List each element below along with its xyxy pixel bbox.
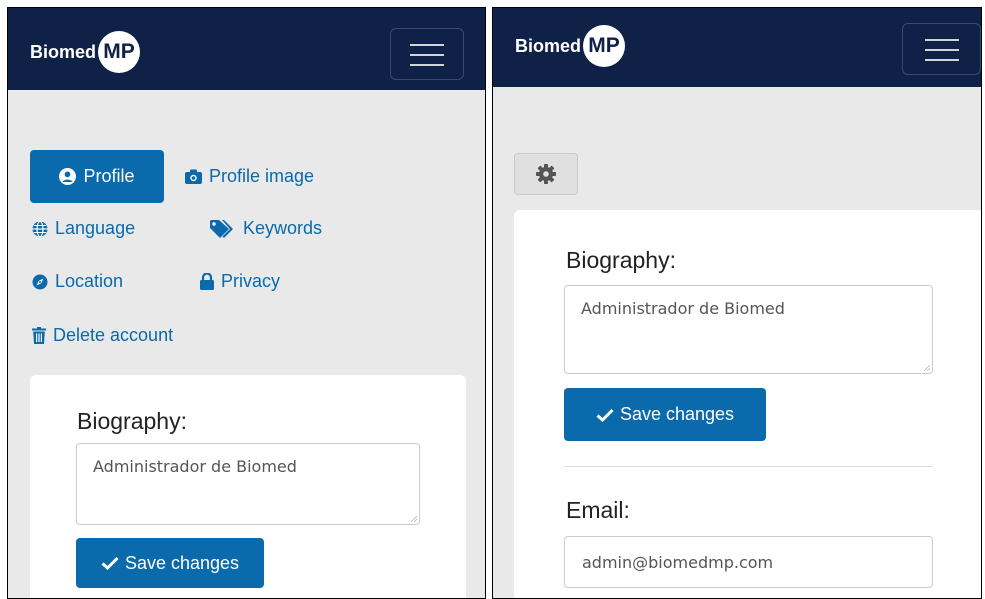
- save-changes-button[interactable]: Save changes: [564, 388, 766, 441]
- trash-icon: [32, 327, 46, 344]
- biography-card: Biography: Administrador de Biomed Save …: [514, 210, 981, 598]
- biography-label: Biography:: [566, 247, 676, 273]
- tab-label: Keywords: [243, 218, 323, 238]
- tags-icon: [210, 219, 233, 238]
- menu-toggle-button[interactable]: [390, 28, 464, 80]
- tab-privacy[interactable]: Privacy: [200, 271, 280, 292]
- tab-delete-account[interactable]: Delete account: [32, 325, 173, 346]
- tab-keywords[interactable]: Keywords: [210, 218, 322, 239]
- menu-toggle-button[interactable]: [902, 23, 981, 75]
- email-value: admin@biomedmp.com: [582, 552, 774, 572]
- user-circle-icon: [59, 168, 77, 185]
- biography-textarea[interactable]: Administrador de Biomed: [76, 443, 420, 525]
- biography-card: Biography: Administrador de Biomed Save …: [30, 375, 466, 598]
- globe-icon: [32, 220, 48, 237]
- mobile-view-right: Biomed MP Biography: Administrador de Bi…: [492, 7, 982, 599]
- save-changes-button[interactable]: Save changes: [76, 538, 264, 588]
- biography-textarea[interactable]: Administrador de Biomed: [564, 285, 933, 374]
- navbar: Biomed MP: [493, 8, 981, 87]
- brand-logo[interactable]: Biomed MP: [30, 31, 141, 73]
- tab-profile[interactable]: Profile: [30, 150, 164, 203]
- gear-icon: [536, 164, 556, 184]
- section-divider: [564, 466, 933, 467]
- tab-label: Location: [55, 271, 124, 291]
- brand-text: Biomed: [30, 41, 97, 62]
- button-label: Save changes: [124, 552, 240, 573]
- tab-profile-image[interactable]: Profile image: [185, 166, 314, 187]
- tab-location[interactable]: Location: [32, 271, 123, 292]
- brand-logo[interactable]: Biomed MP: [515, 25, 626, 67]
- tab-label: Profile image: [209, 166, 315, 186]
- biography-text: Administrador de Biomed: [581, 299, 785, 318]
- navbar: Biomed MP: [8, 8, 485, 90]
- compass-icon: [32, 274, 48, 289]
- mobile-view-left: Biomed MP Profile Profile image Language…: [7, 7, 486, 599]
- camera-icon: [185, 169, 202, 184]
- tab-label: Language: [55, 218, 136, 238]
- lock-icon: [200, 273, 214, 290]
- biography-label: Biography:: [77, 408, 187, 434]
- button-label: Save changes: [619, 404, 735, 424]
- brand-text: Biomed: [515, 35, 582, 56]
- tab-language[interactable]: Language: [32, 218, 135, 239]
- brand-badge: MP: [583, 25, 626, 67]
- tab-label: Profile: [83, 166, 135, 186]
- tab-label: Delete account: [53, 325, 174, 345]
- brand-badge: MP: [98, 31, 141, 73]
- settings-toggle-button[interactable]: [514, 153, 578, 195]
- email-field[interactable]: admin@biomedmp.com: [564, 536, 933, 588]
- resize-grip[interactable]: [411, 516, 417, 522]
- tab-label: Privacy: [221, 271, 281, 291]
- email-label: Email:: [566, 497, 630, 523]
- resize-grip[interactable]: [924, 365, 930, 371]
- check-icon: [596, 408, 614, 422]
- check-icon: [101, 556, 119, 570]
- biography-text: Administrador de Biomed: [93, 457, 297, 476]
